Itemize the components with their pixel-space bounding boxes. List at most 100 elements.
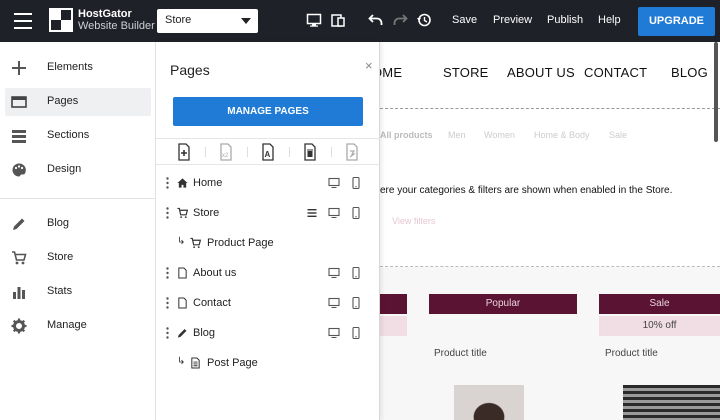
logo-text: HostGator Website Builder — [78, 8, 155, 32]
drag-handle-icon[interactable] — [166, 327, 169, 339]
category-all-products[interactable]: All products — [380, 130, 433, 140]
nav-home[interactable]: OME — [380, 65, 402, 80]
page-row-about-us[interactable]: About us — [156, 261, 380, 287]
desktop-icon[interactable] — [306, 12, 322, 28]
category-men[interactable]: Men — [448, 130, 466, 140]
upgrade-button[interactable]: UPGRADE — [638, 7, 715, 36]
sidebar-item-sections[interactable]: Sections — [5, 122, 151, 150]
plus-icon — [12, 61, 26, 75]
drag-handle-icon[interactable] — [166, 297, 169, 309]
top-toolbar: HostGator Website Builder Store Save Pre… — [0, 0, 720, 42]
page-row-contact[interactable]: Contact — [156, 291, 380, 317]
mobile-visibility-icon[interactable] — [350, 267, 362, 279]
desktop-visibility-icon[interactable] — [328, 207, 340, 219]
left-sidebar: Elements Pages Sections Design Blog Stor… — [0, 42, 156, 420]
page-select-dropdown[interactable]: Store — [157, 9, 258, 33]
product-image[interactable] — [454, 385, 524, 420]
product-image[interactable] — [623, 385, 720, 420]
drag-handle-icon[interactable] — [166, 177, 169, 189]
product-badge-sale: Sale — [599, 294, 720, 314]
page-row-blog[interactable]: Blog — [156, 321, 380, 347]
sidebar-item-stats[interactable]: Stats — [5, 278, 151, 306]
sidebar-item-pages[interactable]: Pages — [5, 88, 151, 116]
product-badge-popular: Popular — [429, 294, 577, 314]
sidebar-item-label: Manage — [47, 319, 87, 331]
sidebar-item-store[interactable]: Store — [5, 244, 151, 272]
pages-icon — [11, 96, 27, 108]
duplicate-icon[interactable]: x2 — [218, 143, 234, 161]
preview-button[interactable]: Preview — [493, 14, 532, 26]
sidebar-item-label: Elements — [47, 61, 93, 73]
svg-text:A: A — [265, 150, 271, 159]
mobile-icon[interactable] — [330, 12, 346, 28]
view-filters-link[interactable]: View filters — [392, 216, 435, 226]
page-select-value: Store — [165, 14, 192, 26]
save-button[interactable]: Save — [452, 14, 477, 26]
help-button[interactable]: Help — [598, 14, 621, 26]
sidebar-item-design[interactable]: Design — [5, 156, 151, 184]
page-label: Post Page — [207, 357, 258, 369]
palette-icon — [12, 163, 26, 177]
redo-icon[interactable] — [392, 12, 408, 28]
caret-down-icon — [241, 18, 251, 24]
page-icon — [178, 267, 187, 279]
product-title[interactable]: Product title — [434, 348, 487, 359]
category-sale[interactable]: Sale — [609, 130, 627, 140]
page-row-post-page[interactable]: ↳ Post Page — [156, 351, 380, 377]
page-label: Blog — [193, 327, 216, 339]
desktop-visibility-icon[interactable] — [328, 327, 340, 339]
cart-icon — [190, 237, 201, 249]
undo-icon[interactable] — [368, 12, 384, 28]
delete-icon[interactable] — [302, 143, 318, 161]
desktop-visibility-icon[interactable] — [328, 177, 340, 189]
page-label: Contact — [193, 297, 231, 309]
close-icon[interactable]: × — [365, 58, 373, 73]
logo-line1: HostGator — [78, 8, 132, 20]
manage-pages-button[interactable]: MANAGE PAGES — [173, 97, 363, 126]
cart-icon — [177, 207, 188, 219]
drag-handle-icon[interactable] — [166, 267, 169, 279]
desktop-visibility-icon[interactable] — [328, 267, 340, 279]
add-page-icon[interactable] — [176, 143, 192, 161]
publish-button[interactable]: Publish — [547, 14, 583, 26]
link-icon[interactable] — [344, 143, 360, 161]
nav-store[interactable]: STORE — [443, 65, 489, 80]
hamburger-menu-icon[interactable] — [14, 13, 32, 29]
sidebar-item-label: Pages — [47, 95, 79, 107]
sidebar-item-label: Store — [47, 251, 74, 263]
mobile-visibility-icon[interactable] — [350, 177, 362, 189]
store-info-text: ere your categories & filters are shown … — [380, 185, 673, 196]
mobile-visibility-icon[interactable] — [350, 297, 362, 309]
desktop-visibility-icon[interactable] — [328, 297, 340, 309]
cart-icon — [12, 251, 27, 265]
mobile-visibility-icon[interactable] — [350, 207, 362, 219]
page-row-store[interactable]: Store — [156, 201, 380, 227]
drag-handle-icon[interactable] — [166, 207, 169, 219]
sidebar-item-manage[interactable]: Manage — [5, 312, 151, 340]
sidebar-item-blog[interactable]: Blog — [5, 210, 151, 238]
mobile-visibility-icon[interactable] — [350, 327, 362, 339]
page-label: Store — [193, 207, 220, 219]
canvas-scrollbar[interactable] — [714, 42, 718, 142]
product-title[interactable]: Product title — [605, 348, 658, 359]
category-women[interactable]: Women — [484, 130, 515, 140]
nav-about-us[interactable]: ABOUT US — [507, 65, 575, 80]
sidebar-divider — [0, 198, 156, 199]
pencil-icon — [177, 329, 187, 338]
history-icon[interactable] — [416, 12, 432, 28]
nav-blog[interactable]: BLOG — [671, 65, 708, 80]
tool-separator — [331, 147, 332, 157]
page-row-home[interactable]: Home — [156, 171, 380, 197]
category-home-body[interactable]: Home & Body — [534, 130, 590, 140]
nav-contact[interactable]: CONTACT — [584, 65, 647, 80]
page-row-product-page[interactable]: ↳ Product Page — [156, 231, 380, 257]
pages-panel: Pages × MANAGE PAGES x2 A Home Store ↳ P… — [156, 42, 380, 420]
hostgator-logo-icon — [49, 8, 73, 32]
product-badge-discount: 10% off — [599, 316, 720, 336]
list-settings-icon[interactable] — [306, 207, 318, 219]
rename-icon[interactable]: A — [260, 143, 276, 161]
sidebar-item-elements[interactable]: Elements — [5, 54, 151, 82]
product-badge-partial — [380, 294, 407, 314]
home-icon — [177, 178, 188, 188]
page-label: Home — [193, 177, 223, 189]
